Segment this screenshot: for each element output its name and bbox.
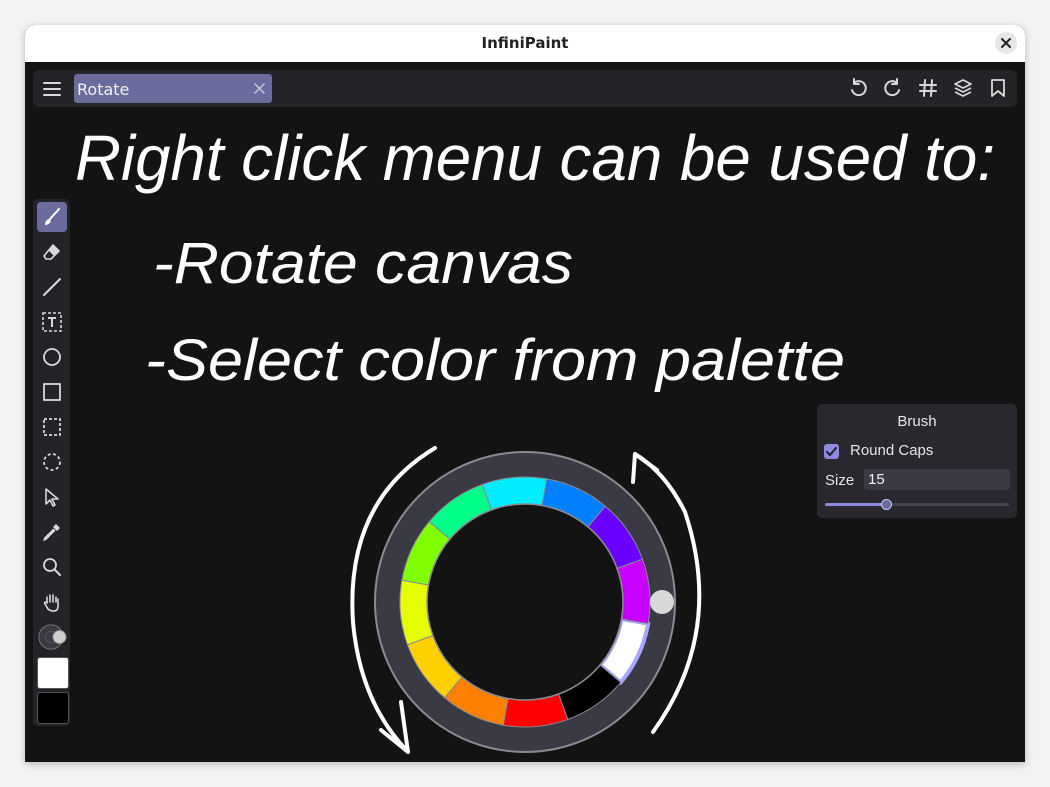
tool-zoom[interactable] [37,552,67,582]
round-caps-label: Round Caps [850,442,934,459]
ellipse-icon [43,348,61,366]
pointer-icon [45,488,59,507]
eraser-icon [43,244,60,260]
checkmark-icon [826,447,837,456]
tool-palette [33,199,70,726]
note-line-3: -Select color from palette [145,328,845,393]
top-toolbar: Rotate [33,70,1017,107]
tool-eraser[interactable] [37,237,67,267]
tab-label: Rotate [77,80,130,99]
palette-rotate-handle[interactable] [650,590,674,614]
rectangle-icon [43,383,61,401]
text-icon [42,312,62,332]
close-tab-icon[interactable] [253,82,266,95]
tool-ellipse[interactable] [37,342,67,372]
note-line-2: -Rotate canvas [153,231,573,296]
tool-text[interactable] [37,307,67,337]
size-value: 15 [868,471,885,488]
brush-panel: Brush Round Caps Size 15 [817,404,1017,518]
tool-pan[interactable] [37,587,67,617]
bookmark-icon[interactable] [987,77,1009,99]
note-line-1: Right click menu can be used to: [75,122,995,194]
brush-panel-title: Brush [897,413,937,430]
lasso-select-icon [43,453,61,471]
tool-lasso-select[interactable] [37,447,67,477]
zoom-icon [43,558,61,576]
tool-color-wheel[interactable] [37,622,67,652]
brush-icon [45,208,60,225]
tab-rotate[interactable]: Rotate [74,74,272,103]
tool-pointer[interactable] [37,482,67,512]
size-slider[interactable] [825,499,1009,510]
title-bar: InfiniPaint [25,25,1025,63]
size-slider-handle[interactable] [880,499,892,510]
tool-line[interactable] [37,272,67,302]
round-caps-checkbox[interactable] [824,444,839,459]
layers-icon[interactable] [952,77,974,99]
rect-select-icon [43,418,61,436]
size-input[interactable]: 15 [864,469,1010,490]
tool-rect-select[interactable] [37,412,67,442]
primary-color-swatch[interactable] [37,657,69,689]
window-title: InfiniPaint [481,34,569,52]
tool-brush[interactable] [37,202,67,232]
size-label: Size [825,472,855,489]
tool-rectangle[interactable] [37,377,67,407]
size-slider-fill [825,503,886,506]
menu-button[interactable] [41,78,63,100]
color-wheel-icon [38,624,67,650]
close-icon [1001,38,1011,48]
app-window: InfiniPaint Rotate Right click menu can … [25,25,1025,762]
grid-icon[interactable] [917,77,939,99]
tool-eyedropper[interactable] [37,517,67,547]
color-palette-wheel[interactable] [365,442,685,762]
menu-icon [43,82,61,96]
drawing-canvas[interactable]: Rotate Right click menu can be used to: … [25,62,1025,762]
line-icon [43,278,61,296]
undo-icon[interactable] [847,77,869,99]
redo-icon[interactable] [882,77,904,99]
eyedropper-icon [43,524,60,541]
secondary-color-swatch[interactable] [37,692,69,724]
pan-hand-icon [43,594,59,612]
close-button[interactable] [995,32,1017,54]
